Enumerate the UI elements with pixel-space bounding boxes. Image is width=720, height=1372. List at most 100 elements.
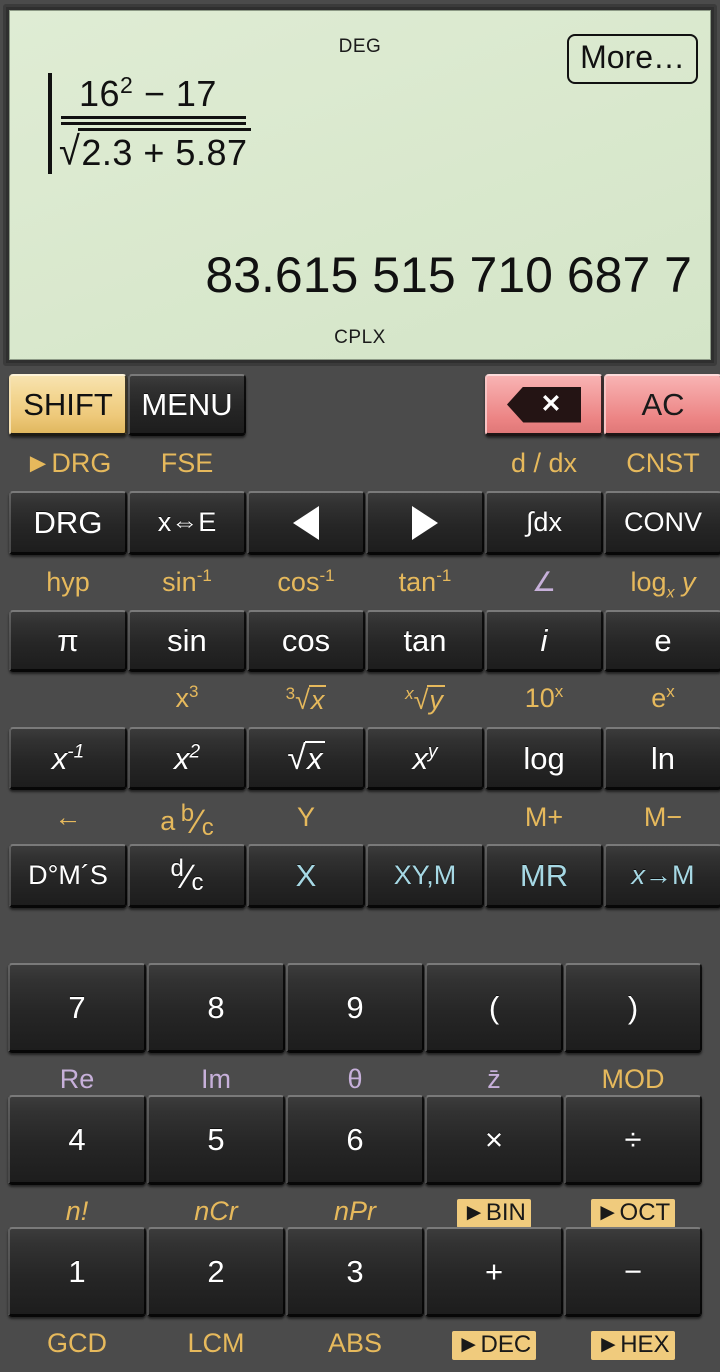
key-plus[interactable]: + (425, 1227, 563, 1317)
key-label: ) (627, 990, 639, 1025)
shift-label: x3 (175, 682, 199, 713)
key-label: SHIFT (23, 387, 113, 422)
key-paren-close[interactable]: ) (564, 963, 702, 1053)
key-label: 1 (68, 1254, 86, 1289)
key-shift[interactable]: SHIFT (9, 374, 127, 436)
shift-label: ►BIN (425, 1198, 563, 1228)
shift-label: sin-1 (162, 566, 212, 597)
key-imaginary[interactable]: i (485, 610, 603, 672)
key-conv[interactable]: CONV (604, 491, 720, 555)
key-sqrt[interactable]: √x (247, 727, 365, 790)
more-button[interactable]: More… (567, 34, 698, 84)
numerator-rest: − 17 (133, 73, 217, 114)
key-integral[interactable]: ∫dx (485, 491, 603, 555)
key-label: 5 (207, 1122, 225, 1157)
key-label: MR (519, 858, 569, 893)
shift-label: ►OCT (564, 1198, 702, 1228)
key-inverse[interactable]: x-1 (9, 727, 127, 790)
shift-label: Y (296, 802, 315, 832)
key-num-1[interactable]: 1 (8, 1227, 146, 1317)
fraction-denominator: √2.3 + 5.87 (57, 125, 251, 173)
key-multiply[interactable]: × (425, 1095, 563, 1185)
shift-label: 10x (524, 682, 564, 713)
key-label: 3 (346, 1254, 364, 1289)
key-ac[interactable]: AC (604, 374, 720, 436)
complex-mode-indicator: CPLX (334, 327, 386, 348)
key-drg[interactable]: DRG (9, 491, 127, 555)
key-label: XY,M (393, 860, 457, 890)
key-mem-xym[interactable]: XY,M (366, 844, 484, 908)
key-cos[interactable]: cos (247, 610, 365, 672)
key-dc[interactable]: d ∕ c (128, 844, 246, 908)
arrow-left-icon (293, 505, 319, 540)
radical-sign-icon: √ (59, 130, 81, 175)
key-x-e[interactable]: x⇔E (128, 491, 246, 555)
key-num-8[interactable]: 8 (147, 963, 285, 1053)
key-num-3[interactable]: 3 (286, 1227, 424, 1317)
shift-label: LCM (187, 1328, 245, 1358)
radicand: 2.3 + 5.87 (78, 128, 251, 174)
key-label: 9 (346, 990, 364, 1025)
shift-label: z̄ (487, 1064, 501, 1094)
key-num-7[interactable]: 7 (8, 963, 146, 1053)
key-num-5[interactable]: 5 (147, 1095, 285, 1185)
shift-label: x√y (405, 684, 445, 715)
shift-label: CNST (626, 448, 700, 478)
shift-label: d / dx (510, 448, 578, 478)
key-minus[interactable]: − (564, 1227, 702, 1317)
shift-label: Im (201, 1064, 231, 1094)
shift-label: tan-1 (398, 566, 452, 597)
key-sin[interactable]: sin (128, 610, 246, 672)
key-num-9[interactable]: 9 (286, 963, 424, 1053)
shift-label: ABS (327, 1328, 383, 1358)
key-left[interactable] (247, 491, 365, 555)
formula-expression: 162 − 17 √2.3 + 5.87 (48, 73, 251, 174)
key-label: π (57, 623, 79, 658)
key-label: x⇔E (157, 507, 217, 537)
shift-label: FSE (160, 448, 214, 478)
key-num-6[interactable]: 6 (286, 1095, 424, 1185)
shift-label: M+ (524, 802, 564, 832)
shift-label: hyp (46, 567, 90, 597)
key-label: 4 (68, 1122, 86, 1157)
key-square[interactable]: x2 (128, 727, 246, 790)
key-label: 7 (68, 990, 86, 1025)
key-num-4[interactable]: 4 (8, 1095, 146, 1185)
shift-label: a b ∕ c (160, 800, 214, 841)
cursor-caret (48, 73, 52, 174)
key-divide[interactable]: ÷ (564, 1095, 702, 1185)
lcd-display: DEG More… 162 − 17 √2.3 + 5.87 83.615 51… (9, 10, 711, 360)
key-label: 2 (207, 1254, 225, 1289)
key-label: xy (412, 740, 438, 776)
key-backspace[interactable]: ✕ (485, 374, 603, 436)
key-dms[interactable]: D°M´S (9, 844, 127, 908)
key-paren-open[interactable]: ( (425, 963, 563, 1053)
key-mem-x[interactable]: X (247, 844, 365, 908)
key-mem-store[interactable]: x→M (604, 844, 720, 908)
shift-label: logx y (630, 567, 696, 602)
backspace-icon: ✕ (507, 386, 581, 423)
shift-label: cos-1 (277, 566, 335, 597)
key-label: CONV (623, 507, 702, 537)
key-num-2[interactable]: 2 (147, 1227, 285, 1317)
key-label: ÷ (624, 1122, 642, 1157)
shift-label: MOD (601, 1064, 665, 1094)
key-label: − (623, 1254, 643, 1289)
key-label: 6 (346, 1122, 364, 1157)
key-label: ln (650, 740, 676, 776)
shift-label: Re (59, 1064, 95, 1094)
key-label: ∫dx (526, 507, 562, 537)
key-power[interactable]: xy (366, 727, 484, 790)
key-right[interactable] (366, 491, 484, 555)
key-label: √x (287, 739, 325, 777)
key-tan[interactable]: tan (366, 610, 484, 672)
key-mem-mr[interactable]: MR (485, 844, 603, 908)
key-label: X (295, 858, 317, 893)
key-euler[interactable]: e (604, 610, 720, 672)
key-pi[interactable]: π (9, 610, 127, 672)
key-label: AC (641, 387, 685, 422)
key-ln[interactable]: ln (604, 727, 720, 790)
key-label: e (654, 623, 672, 658)
key-log[interactable]: log (485, 727, 603, 790)
key-menu[interactable]: MENU (128, 374, 246, 436)
